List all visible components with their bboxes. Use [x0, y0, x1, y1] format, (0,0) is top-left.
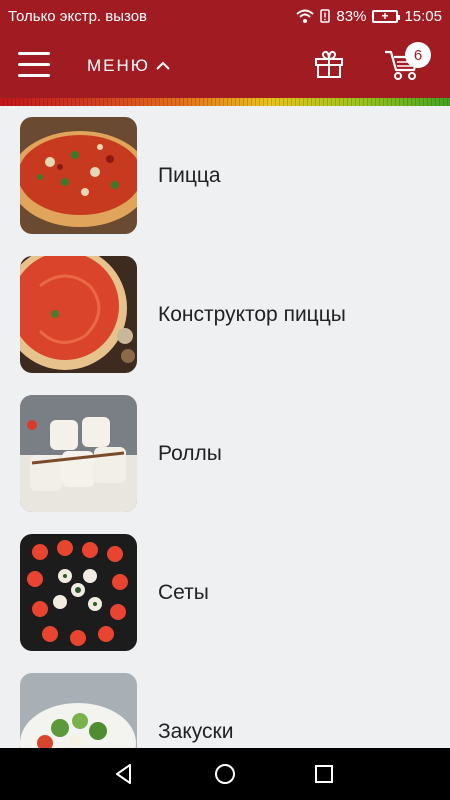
wifi-icon	[296, 9, 315, 23]
status-icons: 83% + 15:05	[296, 8, 442, 25]
header-gradient-strip	[0, 98, 450, 106]
system-nav-bar	[0, 748, 450, 800]
gift-icon[interactable]	[313, 48, 345, 80]
category-item-snacks[interactable]: Закуски	[0, 662, 450, 748]
category-label: Роллы	[158, 441, 222, 465]
category-label: Закуски	[158, 719, 234, 743]
sim-alert-icon	[320, 9, 331, 23]
carrier-text: Только экстр. вызов	[8, 7, 148, 25]
sets-image	[20, 534, 137, 651]
app-bar: МЕНЮ 6	[0, 32, 450, 100]
pizza-builder-image	[20, 256, 137, 373]
status-bar: Только экстр. вызов 83% + 15:05	[0, 0, 450, 32]
category-item-pizza-builder[interactable]: Конструктор пиццы	[0, 245, 450, 384]
category-label: Пицца	[158, 163, 221, 187]
pizza-image	[20, 117, 137, 234]
category-item-sets[interactable]: Сеты	[0, 523, 450, 662]
recents-icon[interactable]	[310, 760, 338, 788]
chevron-up-icon	[156, 61, 170, 70]
category-item-pizza[interactable]: Пицца	[0, 106, 450, 245]
menu-icon[interactable]	[18, 52, 50, 78]
battery-icon: +	[372, 9, 401, 23]
back-icon[interactable]	[110, 760, 138, 788]
cart-count-badge: 6	[405, 42, 431, 68]
battery-percent: 83%	[336, 7, 367, 25]
menu-title-label: МЕНЮ	[87, 56, 150, 75]
home-icon[interactable]	[211, 760, 239, 788]
clock: 15:05	[404, 7, 442, 25]
menu-title[interactable]: МЕНЮ	[87, 56, 170, 76]
snacks-image	[20, 673, 137, 748]
rolls-image	[20, 395, 137, 512]
category-list: Пицца Конструктор пиццы Роллы Сеты Закус…	[0, 106, 450, 748]
category-item-rolls[interactable]: Роллы	[0, 384, 450, 523]
category-label: Конструктор пиццы	[158, 302, 346, 326]
category-label: Сеты	[158, 580, 209, 604]
